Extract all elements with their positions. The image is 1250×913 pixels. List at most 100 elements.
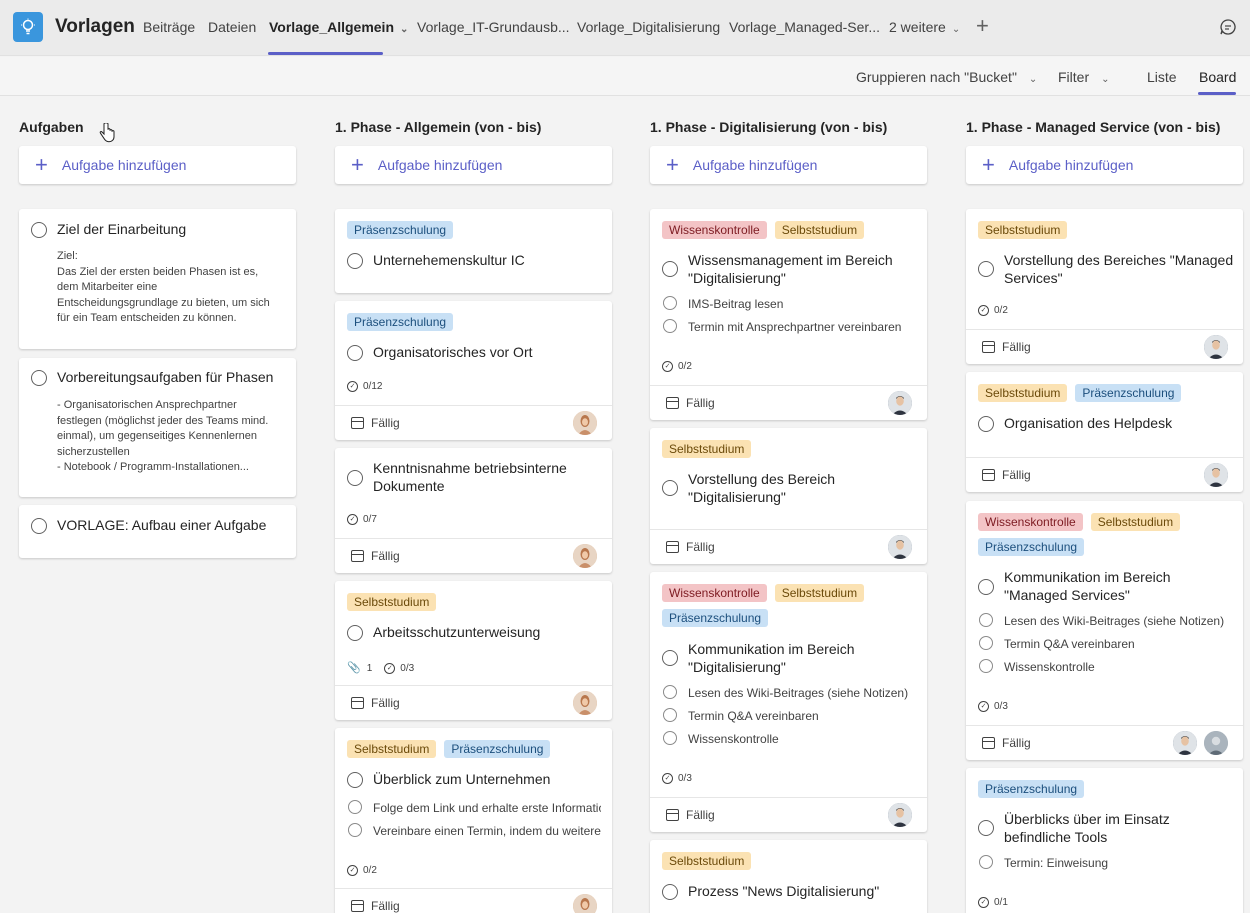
due-date[interactable]: Fällig bbox=[666, 396, 715, 410]
complete-task-checkbox[interactable] bbox=[31, 370, 47, 386]
complete-task-checkbox[interactable] bbox=[978, 261, 994, 277]
tab-beitraege[interactable]: Beiträge bbox=[143, 19, 195, 35]
avatar[interactable] bbox=[1204, 463, 1228, 487]
complete-task-checkbox[interactable] bbox=[662, 884, 678, 900]
task-card[interactable]: Kenntnisnahme betriebsinterne Dokumente … bbox=[335, 448, 612, 573]
task-card[interactable]: Ziel der Einarbeitung Ziel: Das Ziel der… bbox=[19, 209, 296, 349]
lightbulb-icon[interactable] bbox=[13, 12, 43, 42]
group-by-dropdown[interactable]: Gruppieren nach "Bucket" ⌄ bbox=[856, 69, 1037, 85]
view-list-button[interactable]: Liste bbox=[1147, 69, 1177, 85]
avatar[interactable] bbox=[1204, 731, 1228, 755]
subtask-checkbox[interactable] bbox=[663, 731, 677, 745]
task-card[interactable]: Wissenskontrolle Selbststudium Präsenzsch… bbox=[966, 501, 1243, 760]
tab-vorlage-digitalisierung[interactable]: Vorlage_Digitalisierung bbox=[577, 19, 720, 35]
subtask-checkbox[interactable] bbox=[979, 855, 993, 869]
task-card[interactable]: Selbststudium Vorstellung des Bereich "D… bbox=[650, 428, 927, 564]
due-date[interactable]: Fällig bbox=[982, 736, 1031, 750]
task-card[interactable]: VORLAGE: Aufbau einer Aufgabe bbox=[19, 505, 296, 558]
complete-task-checkbox[interactable] bbox=[347, 253, 363, 269]
avatar[interactable] bbox=[888, 391, 912, 415]
add-task-button[interactable]: + Aufgabe hinzufügen bbox=[335, 146, 612, 184]
checklist-icon: ✓ bbox=[347, 865, 358, 876]
due-label: Fällig bbox=[1002, 736, 1031, 750]
complete-task-checkbox[interactable] bbox=[978, 579, 994, 595]
task-card[interactable]: Wissenskontrolle Selbststudium Wissensman… bbox=[650, 209, 927, 420]
due-date[interactable]: Fällig bbox=[351, 696, 400, 710]
add-task-button[interactable]: + Aufgabe hinzufügen bbox=[19, 146, 296, 184]
label-selbststudium: Selbststudium bbox=[662, 440, 752, 458]
label-wissenskontrolle: Wissenskontrolle bbox=[978, 513, 1083, 531]
subtask-checkbox[interactable] bbox=[663, 685, 677, 699]
task-card[interactable]: Präsenzschulung Überblicks über im Einsa… bbox=[966, 768, 1243, 913]
subtask-checkbox[interactable] bbox=[663, 708, 677, 722]
task-card[interactable]: Selbststudium Präsenzschulung Überblick z… bbox=[335, 728, 612, 913]
due-label: Fällig bbox=[1002, 340, 1031, 354]
avatar[interactable] bbox=[573, 544, 597, 568]
complete-task-checkbox[interactable] bbox=[347, 772, 363, 788]
chat-icon[interactable] bbox=[1219, 18, 1237, 41]
due-date[interactable]: Fällig bbox=[666, 808, 715, 822]
subtask-checkbox[interactable] bbox=[979, 636, 993, 650]
filter-dropdown[interactable]: Filter ⌄ bbox=[1058, 69, 1110, 85]
bucket-title[interactable]: 1. Phase - Allgemein (von - bis) bbox=[335, 119, 541, 135]
tab-more[interactable]: 2 weitere ⌄ bbox=[889, 19, 960, 35]
avatar[interactable] bbox=[1204, 335, 1228, 359]
chevron-down-icon: ⌄ bbox=[1101, 74, 1110, 85]
view-board-button[interactable]: Board bbox=[1199, 69, 1236, 85]
task-card[interactable]: Selbststudium Arbeitsschutzunterweisung … bbox=[335, 581, 612, 720]
due-date[interactable]: Fällig bbox=[982, 468, 1031, 482]
task-card[interactable]: Selbststudium Prozess "News Digitalisier… bbox=[650, 840, 927, 913]
card-meta: 📎 1 ✓ 0/3 bbox=[347, 661, 414, 674]
avatar[interactable] bbox=[573, 411, 597, 435]
tab-dateien[interactable]: Dateien bbox=[208, 19, 256, 35]
due-date[interactable]: Fällig bbox=[351, 549, 400, 563]
due-date[interactable]: Fällig bbox=[982, 340, 1031, 354]
chevron-down-icon[interactable]: ⌄ bbox=[400, 24, 408, 35]
avatar[interactable] bbox=[888, 535, 912, 559]
label-selbststudium: Selbststudium bbox=[662, 852, 752, 870]
complete-task-checkbox[interactable] bbox=[347, 345, 363, 361]
avatar[interactable] bbox=[573, 894, 597, 913]
label-praesenzschulung: Präsenzschulung bbox=[347, 221, 454, 239]
avatar[interactable] bbox=[888, 803, 912, 827]
tab-vorlage-it[interactable]: Vorlage_IT-Grundausb... bbox=[417, 19, 570, 35]
subtask-checkbox[interactable] bbox=[979, 613, 993, 627]
task-card[interactable]: Präsenzschulung Organisatorisches vor Or… bbox=[335, 301, 612, 440]
avatar[interactable] bbox=[1173, 731, 1197, 755]
subtask-checkbox[interactable] bbox=[348, 800, 362, 814]
bucket-title[interactable]: 1. Phase - Digitalisierung (von - bis) bbox=[650, 119, 887, 135]
add-task-button[interactable]: + Aufgabe hinzufügen bbox=[966, 146, 1243, 184]
complete-task-checkbox[interactable] bbox=[347, 625, 363, 641]
task-card[interactable]: Wissenskontrolle Selbststudium Präsenzsch… bbox=[650, 572, 927, 832]
subtask-checkbox[interactable] bbox=[663, 319, 677, 333]
tab-vorlage-managed[interactable]: Vorlage_Managed-Ser... bbox=[729, 19, 880, 35]
complete-task-checkbox[interactable] bbox=[662, 650, 678, 666]
card-footer: Fällig bbox=[335, 685, 612, 720]
avatar[interactable] bbox=[573, 691, 597, 715]
add-task-button[interactable]: + Aufgabe hinzufügen bbox=[650, 146, 927, 184]
task-card[interactable]: Präsenzschulung Unternehemenskultur IC bbox=[335, 209, 612, 293]
subtask-checkbox[interactable] bbox=[663, 296, 677, 310]
checklist-count: 0/2 bbox=[678, 361, 692, 373]
due-date[interactable]: Fällig bbox=[666, 540, 715, 554]
label-selbststudium: Selbststudium bbox=[978, 384, 1068, 402]
add-task-label: Aufgabe hinzufügen bbox=[692, 157, 818, 173]
complete-task-checkbox[interactable] bbox=[347, 470, 363, 486]
subtask-checkbox[interactable] bbox=[979, 659, 993, 673]
task-card[interactable]: Vorbereitungsaufgaben für Phasen - Organ… bbox=[19, 358, 296, 497]
due-date[interactable]: Fällig bbox=[351, 416, 400, 430]
complete-task-checkbox[interactable] bbox=[978, 820, 994, 836]
task-card[interactable]: Selbststudium Vorstellung des Bereiches … bbox=[966, 209, 1243, 364]
complete-task-checkbox[interactable] bbox=[978, 416, 994, 432]
complete-task-checkbox[interactable] bbox=[31, 518, 47, 534]
complete-task-checkbox[interactable] bbox=[662, 261, 678, 277]
task-card[interactable]: Selbststudium Präsenzschulung Organisatio… bbox=[966, 372, 1243, 492]
subtask-checkbox[interactable] bbox=[348, 823, 362, 837]
tab-vorlage-allgemein[interactable]: Vorlage_Allgemein ⌄ bbox=[269, 19, 408, 35]
complete-task-checkbox[interactable] bbox=[662, 480, 678, 496]
bucket-title[interactable]: Aufgaben bbox=[19, 119, 84, 135]
due-date[interactable]: Fällig bbox=[351, 899, 400, 913]
add-tab-icon[interactable]: + bbox=[976, 13, 989, 39]
complete-task-checkbox[interactable] bbox=[31, 222, 47, 238]
bucket-title[interactable]: 1. Phase - Managed Service (von - bis) bbox=[966, 119, 1220, 135]
